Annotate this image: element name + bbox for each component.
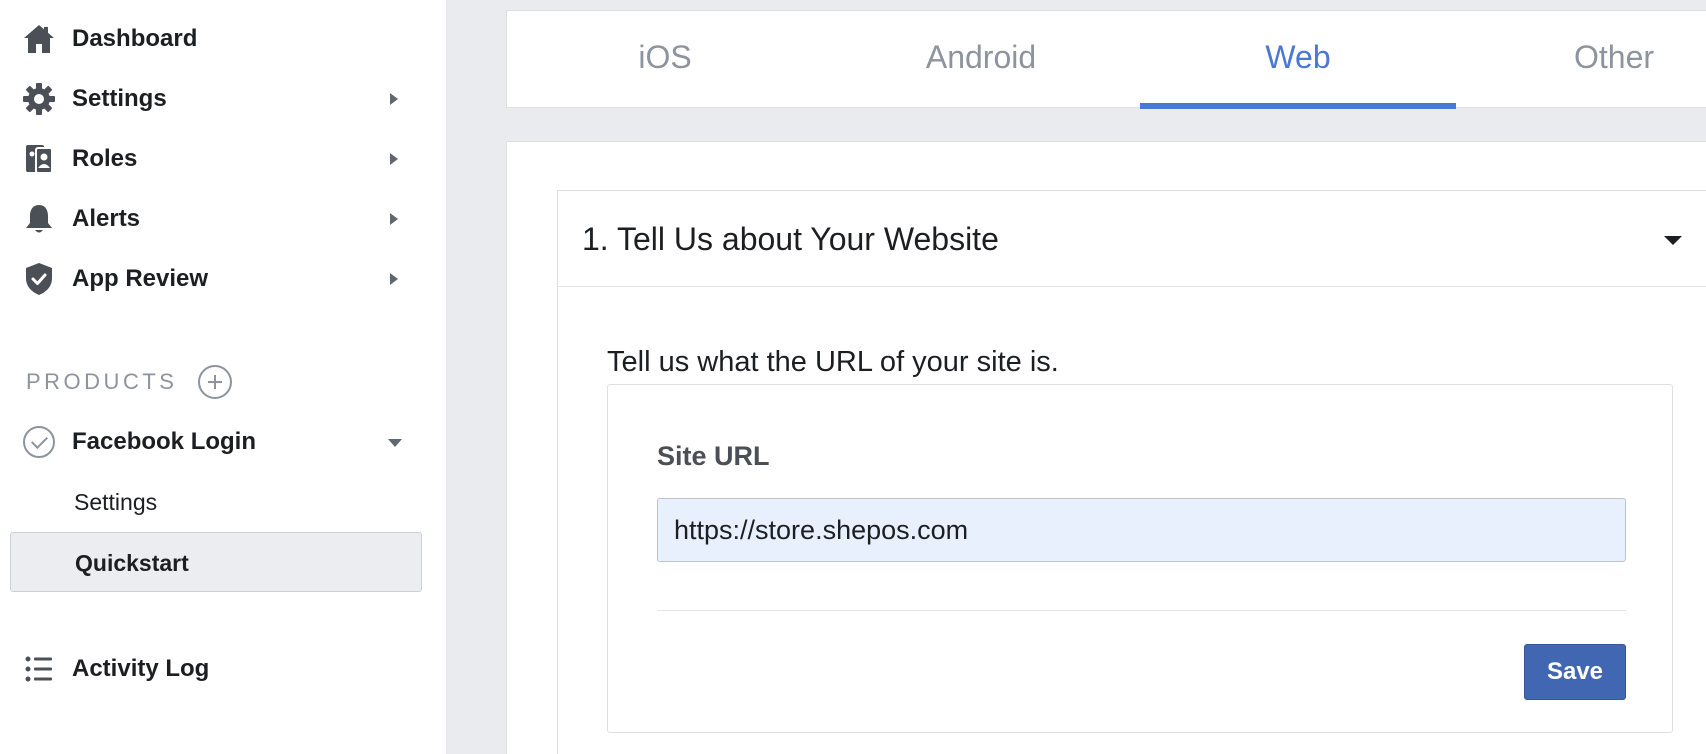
tab-label: Other: [1573, 39, 1655, 75]
shield-check-icon: [22, 262, 56, 296]
add-product-icon[interactable]: [198, 365, 232, 399]
chevron-down-icon[interactable]: [1664, 236, 1682, 245]
sidebar-item-label: Facebook Login: [72, 428, 257, 455]
sidebar-item-activity-log[interactable]: Activity Log: [0, 639, 420, 699]
site-url-form: Site URL Save: [607, 384, 1673, 733]
sidebar-item-alerts[interactable]: Alerts: [0, 189, 420, 249]
tab-label: Web: [1265, 39, 1331, 75]
main-panel: 1. Tell Us about Your Website Tell us wh…: [506, 141, 1706, 754]
save-button[interactable]: Save: [1524, 644, 1626, 700]
sidebar-item-roles[interactable]: Roles: [0, 129, 420, 189]
tab-label: Android: [925, 39, 1037, 75]
tab-other[interactable]: Other: [1456, 11, 1706, 108]
sidebar-item-settings[interactable]: Settings: [0, 69, 420, 129]
check-circle-icon: [23, 426, 55, 458]
tab-ios[interactable]: iOS: [507, 11, 823, 108]
site-url-input[interactable]: [657, 498, 1626, 562]
chevron-right-icon: [390, 213, 398, 225]
sidebar-subitem-label: Settings: [74, 489, 158, 515]
sidebar-item-label: Dashboard: [72, 25, 198, 52]
chevron-right-icon: [390, 153, 398, 165]
section-header[interactable]: 1. Tell Us about Your Website: [558, 191, 1706, 287]
website-section: 1. Tell Us about Your Website Tell us wh…: [557, 190, 1706, 754]
sidebar-item-facebook-login[interactable]: Facebook Login: [0, 412, 420, 472]
sidebar-item-app-review[interactable]: App Review: [0, 249, 420, 309]
sidebar-item-label: Activity Log: [72, 655, 210, 682]
products-header: PRODUCTS: [26, 364, 232, 400]
sidebar-subitem-settings[interactable]: Settings: [10, 472, 422, 532]
sidebar: Dashboard Settings Roles Alerts App Revi…: [0, 0, 446, 754]
gear-icon: [22, 82, 56, 116]
chevron-down-icon: [388, 439, 402, 447]
chevron-right-icon: [390, 93, 398, 105]
divider: [657, 610, 1626, 611]
home-icon: [22, 22, 56, 56]
sidebar-item-label: App Review: [72, 265, 209, 292]
platform-tabs: iOS Android Web Other: [506, 10, 1706, 109]
list-icon: [22, 652, 56, 686]
tab-android[interactable]: Android: [823, 11, 1139, 108]
bell-icon: [22, 202, 56, 236]
site-url-label: Site URL: [657, 441, 770, 471]
sidebar-subitem-quickstart[interactable]: Quickstart: [10, 532, 422, 592]
sidebar-subitem-label: Quickstart: [75, 550, 189, 576]
section-title: 1. Tell Us about Your Website: [582, 221, 999, 257]
sidebar-item-label: Alerts: [72, 205, 141, 232]
section-description: Tell us what the URL of your site is.: [607, 346, 1059, 378]
roles-icon: [22, 142, 56, 176]
sidebar-item-dashboard[interactable]: Dashboard: [0, 9, 420, 69]
sidebar-item-label: Settings: [72, 85, 167, 112]
chevron-right-icon: [390, 273, 398, 285]
products-label: PRODUCTS: [26, 369, 178, 394]
tab-web[interactable]: Web: [1140, 11, 1456, 109]
tab-label: iOS: [638, 39, 692, 75]
sidebar-item-label: Roles: [72, 145, 138, 172]
